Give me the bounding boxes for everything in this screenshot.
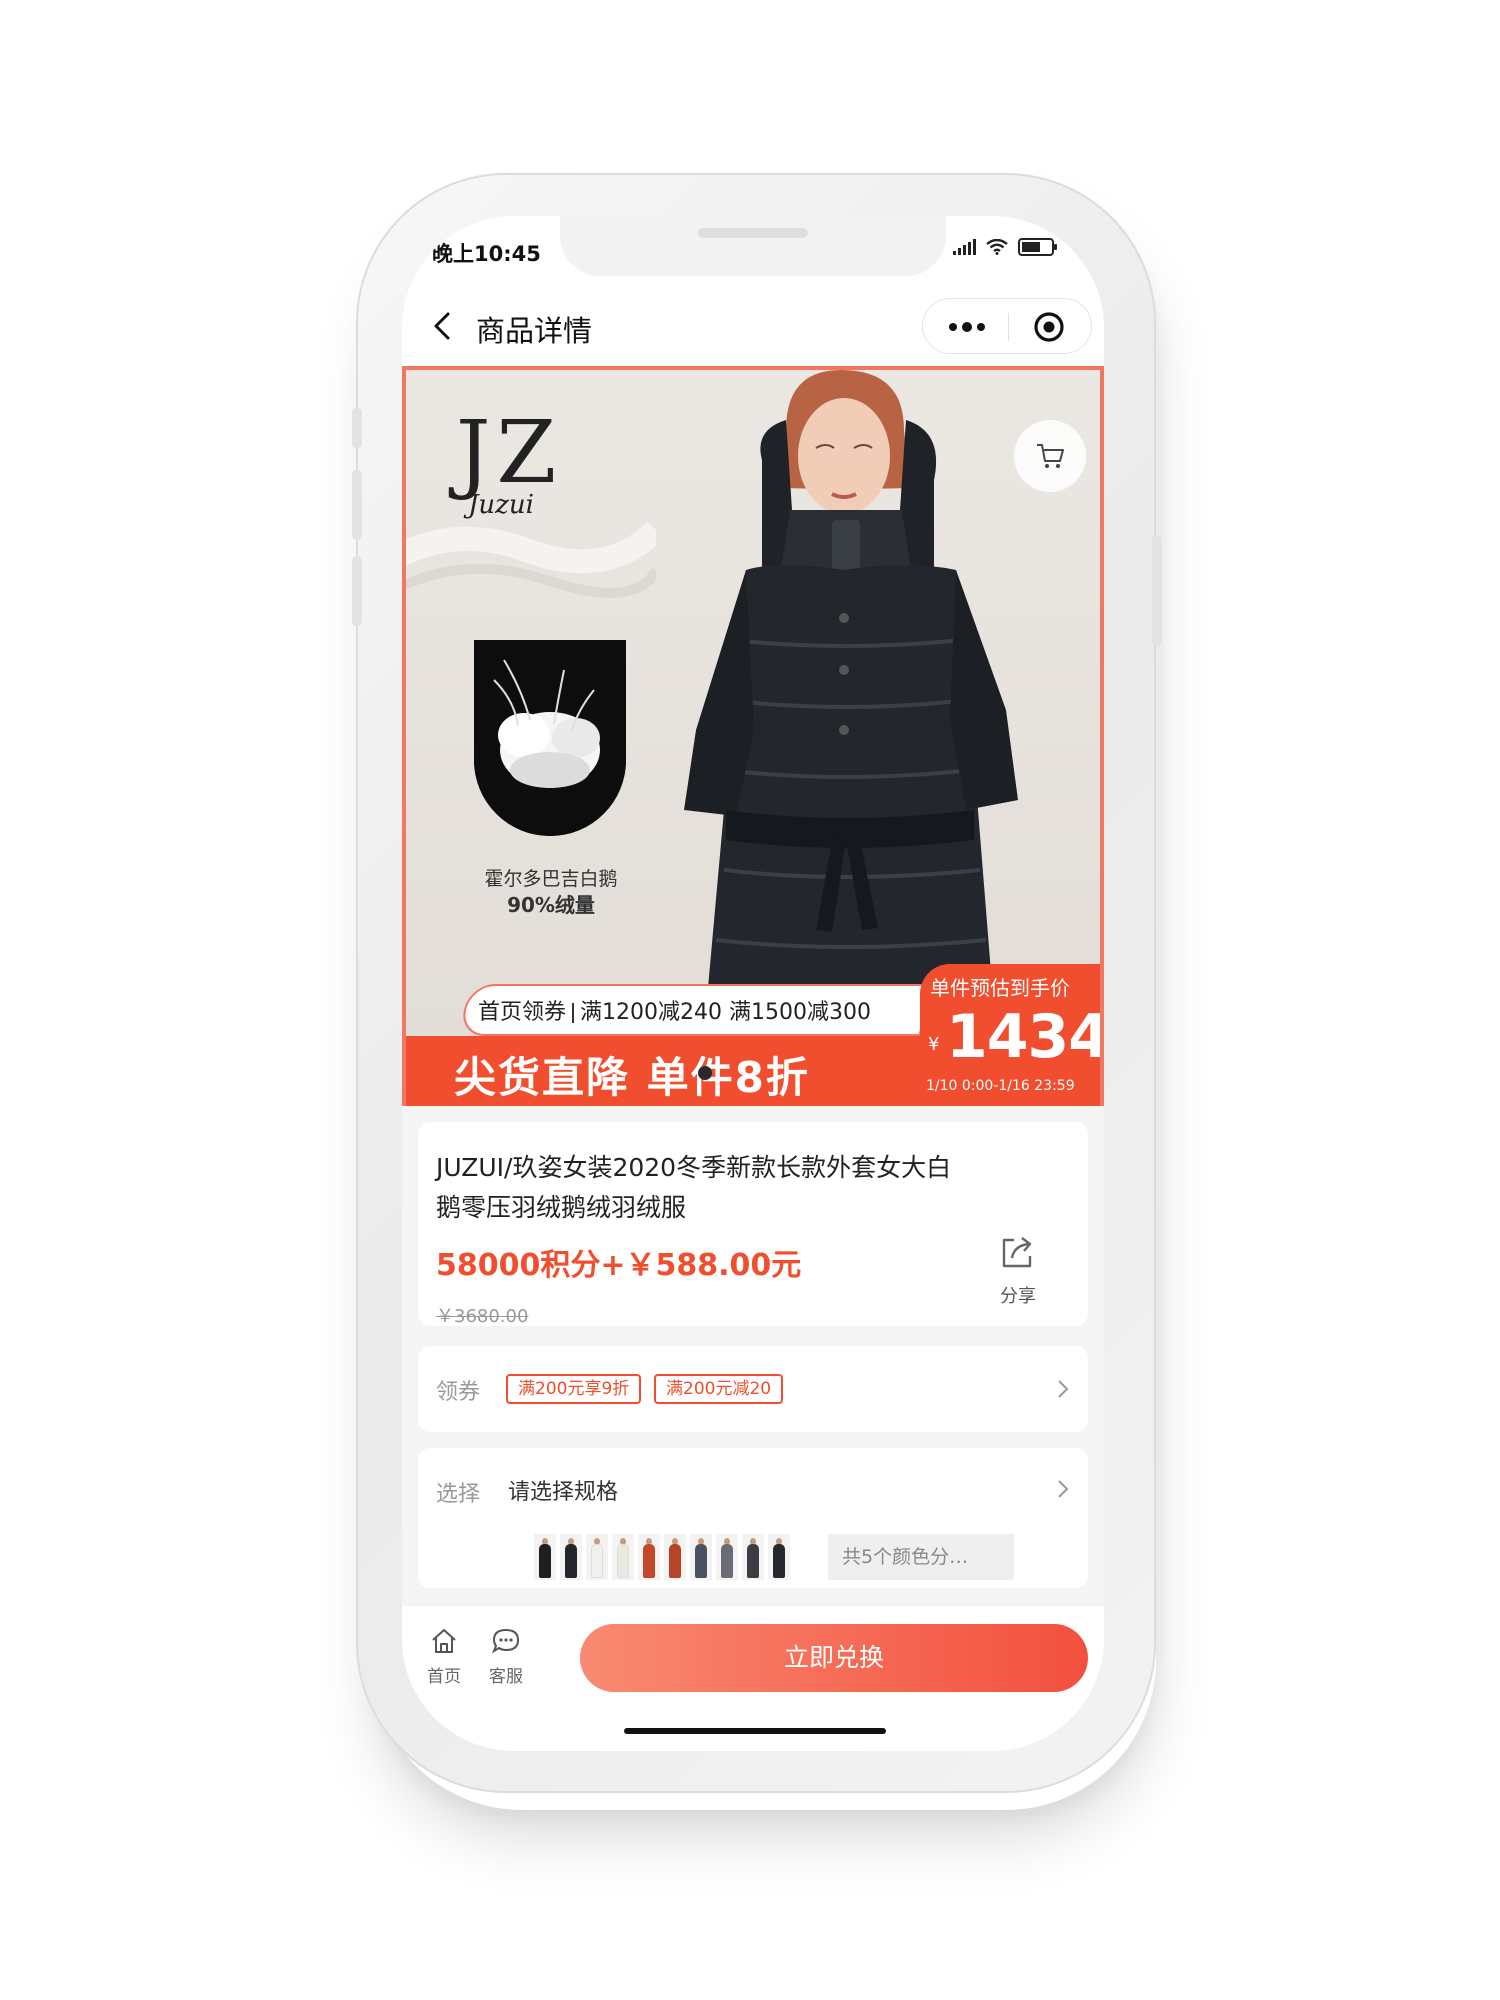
home-icon — [432, 1629, 456, 1653]
back-icon[interactable] — [428, 310, 458, 342]
coupon-tag[interactable]: 满200元享9折 — [506, 1374, 642, 1404]
estimate-label: 单件预估到手价 — [930, 976, 1070, 1000]
promo-headline: 尖货直降 单件8折 — [454, 1053, 810, 1102]
more-colors-label[interactable]: 共5个颜色分… — [828, 1534, 1014, 1580]
coupon-strip-text: 首页领券 满1200减240 满1500减300 — [478, 1000, 871, 1025]
notch — [560, 216, 946, 276]
bottom-action-bar: 首页 客服 立即兑换 — [402, 1606, 1104, 1751]
color-swatch[interactable] — [534, 1534, 556, 1580]
fabric-swirl — [406, 521, 656, 598]
battery-icon — [1018, 238, 1057, 256]
promo-date-range: 1/10 0:00-1/16 23:59 — [926, 1078, 1075, 1094]
product-price: 58000积分+￥588.00元 — [436, 1248, 802, 1283]
brand-logo: JZ Juzui — [456, 403, 563, 520]
color-swatch[interactable] — [716, 1534, 738, 1580]
chat-icon — [491, 1628, 520, 1654]
estimate-price: 1434 — [946, 1002, 1104, 1072]
target-icon[interactable] — [1033, 311, 1065, 343]
wifi-icon — [986, 239, 1008, 255]
more-icon[interactable] — [945, 317, 989, 337]
share-label: 分享 — [1000, 1286, 1036, 1307]
product-title: JUZUI/玖姿女装2020冬季新款长款外套女大白鹅零压羽绒鹅绒羽绒服 — [436, 1153, 952, 1222]
share-button[interactable]: 分享 — [988, 1232, 1048, 1308]
spec-row[interactable]: 选择 请选择规格 共5个颜色分… — [418, 1448, 1088, 1588]
coupon-row-label: 领券 — [436, 1380, 481, 1405]
tab-home-label: 首页 — [427, 1667, 461, 1687]
color-swatch[interactable] — [560, 1534, 582, 1580]
spec-row-label: 选择 — [436, 1482, 481, 1507]
chevron-right-icon — [1058, 1380, 1069, 1398]
redeem-button[interactable]: 立即兑换 — [580, 1624, 1088, 1692]
tab-service[interactable]: 客服 — [476, 1626, 536, 1687]
carousel-indicator — [698, 1066, 712, 1080]
product-info-card: JUZUI/玖姿女装2020冬季新款长款外套女大白鹅零压羽绒鹅绒羽绒服 5800… — [418, 1122, 1088, 1327]
cart-icon — [1037, 444, 1064, 468]
chevron-right-icon — [1058, 1480, 1069, 1498]
color-swatch[interactable] — [612, 1534, 634, 1580]
app-screen: 晚上10:45 商品详情 JZ Juzui 霍尔多巴吉白鹅 90%绒量 首页领券… — [402, 216, 1104, 1751]
down-feather-image — [474, 640, 626, 836]
status-time: 晚上10:45 — [432, 242, 541, 266]
currency-symbol: ¥ — [928, 1034, 940, 1055]
tab-service-label: 客服 — [489, 1667, 523, 1687]
coupon-row[interactable]: 领券 满200元享9折 满200元减20 — [418, 1346, 1088, 1432]
down-caption: 霍尔多巴吉白鹅 90%绒量 — [484, 868, 618, 917]
color-swatch[interactable] — [586, 1534, 608, 1580]
color-swatch[interactable] — [742, 1534, 764, 1580]
color-swatch[interactable] — [664, 1534, 686, 1580]
product-banner[interactable]: JZ Juzui 霍尔多巴吉白鹅 90%绒量 首页领券 满1200减240 满1… — [402, 366, 1104, 1106]
page-title: 商品详情 — [476, 314, 593, 348]
original-price: ￥3680.00 — [436, 1306, 529, 1327]
nav-bar: 商品详情 — [402, 286, 1104, 366]
coupon-tag[interactable]: 满200元减20 — [654, 1374, 784, 1404]
color-swatches[interactable] — [534, 1534, 790, 1580]
signal-icon — [953, 239, 976, 255]
color-swatch[interactable] — [768, 1534, 790, 1580]
home-indicator — [624, 1728, 886, 1734]
color-swatch[interactable] — [638, 1534, 660, 1580]
cart-button[interactable] — [1014, 420, 1086, 492]
spec-value: 请选择规格 — [508, 1480, 619, 1505]
share-icon — [1002, 1237, 1032, 1268]
mini-program-capsule — [922, 298, 1092, 354]
color-swatch[interactable] — [690, 1534, 712, 1580]
tab-home[interactable]: 首页 — [414, 1626, 474, 1687]
